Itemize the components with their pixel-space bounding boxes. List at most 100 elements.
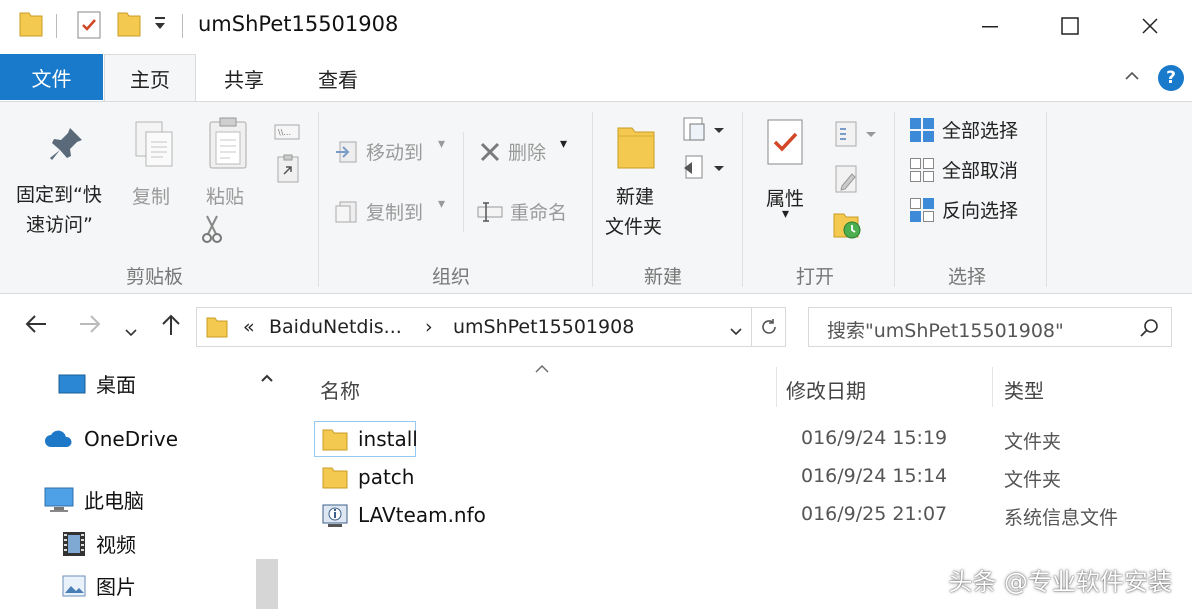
nav-label: 桌面 [96,373,136,397]
rename-icon[interactable] [476,200,504,228]
copy-icon[interactable] [132,120,178,176]
select-all-button[interactable]: 全部选择 [942,116,1018,143]
up-button[interactable] [160,313,182,343]
nav-item-pictures[interactable]: 图片 [62,571,136,600]
address-history-chevron-icon[interactable] [729,322,743,341]
nav-item-onedrive[interactable]: OneDrive [44,427,178,451]
column-header-date[interactable]: 修改日期 [786,375,866,404]
select-none-icon[interactable] [908,156,936,188]
nav-label: OneDrive [84,427,179,451]
move-to-icon[interactable] [334,140,360,168]
properties-chevron-icon[interactable]: ▾ [782,206,789,222]
select-group-label: 选择 [948,266,987,288]
nav-item-videos[interactable]: 视频 [62,529,136,558]
select-all-icon[interactable] [908,116,936,148]
delete-icon[interactable] [478,140,502,168]
easy-access-icon[interactable] [682,154,726,186]
folder-icon [18,10,44,38]
column-header-name[interactable]: 名称 [320,375,360,404]
rename-button[interactable]: 重命名 [510,198,567,225]
new-folder-button[interactable]: 新建 [616,182,654,209]
file-row-patch[interactable]: patch 016/9/24 15:14 文件夹 [310,459,1190,495]
paste-shortcut-icon[interactable] [276,154,300,188]
move-to-button[interactable]: 移动到 [366,138,423,165]
organize-group-label: 组织 [432,266,471,288]
ribbon-tabs: 文件 主页 共享 查看 ? [0,52,1192,102]
pin-label-line2: 速访问” [26,214,93,236]
paste-button[interactable]: 粘贴 [206,182,244,209]
forward-button[interactable] [78,313,102,341]
new-item-icon[interactable] [682,116,726,148]
file-type: 文件夹 [1004,431,1062,453]
paste-icon[interactable] [206,116,250,178]
move-to-chevron-icon[interactable]: ▾ [438,136,445,152]
tab-share[interactable]: 共享 [198,54,290,102]
file-row-lavteam-nfo[interactable]: LAVteam.nfo 016/9/25 21:07 系统信息文件 [310,497,1190,533]
scroll-up-chevron-icon[interactable] [256,367,278,389]
collapse-ribbon-icon[interactable] [1124,66,1140,87]
copy-button[interactable]: 复制 [132,182,170,209]
pin-icon[interactable] [46,124,86,172]
pin-to-quick-access-button[interactable]: 固定到“快 [16,180,102,207]
tab-home[interactable]: 主页 [104,54,196,102]
divider [56,14,57,38]
copy-to-button[interactable]: 复制到 [366,198,423,225]
column-header-type[interactable]: 类型 [1004,375,1044,404]
maximize-button[interactable] [1040,4,1100,48]
film-icon [62,531,86,557]
minimize-button[interactable] [960,4,1020,48]
open-icon[interactable] [834,120,878,152]
delete-button[interactable]: 删除 [508,138,546,165]
back-button[interactable] [24,313,48,341]
title-bar: umShPet15501908 [0,0,1192,52]
close-button[interactable] [1120,4,1180,48]
copy-path-icon[interactable]: \\... [274,124,300,144]
cloud-icon [44,429,74,449]
file-date: 016/9/25 21:07 [801,503,948,525]
search-input[interactable]: 搜索"umShPet15501908" [808,307,1172,347]
file-name: LAVteam.nfo [358,503,486,527]
breadcrumb-separator[interactable]: › [425,316,433,338]
window-title: umShPet15501908 [198,12,399,36]
desktop-icon [58,373,86,395]
navigation-scrollbar-thumb[interactable] [256,559,278,609]
new-folder-quick-icon[interactable] [116,10,142,38]
nav-item-this-pc[interactable]: 此电脑 [44,485,144,514]
search-icon[interactable] [1139,318,1159,342]
copy-to-icon[interactable] [334,200,360,228]
cut-icon[interactable] [200,214,224,248]
address-overflow[interactable]: « [243,316,255,338]
file-type: 文件夹 [1004,469,1062,491]
new-folder-icon[interactable] [616,120,656,176]
clipboard-group-label: 剪贴板 [126,266,184,288]
refresh-button[interactable] [751,307,786,347]
delete-chevron-icon[interactable]: ▾ [560,136,567,152]
divider [894,112,895,287]
tab-view[interactable]: 查看 [292,54,384,102]
divider [1046,112,1047,287]
invert-selection-icon[interactable] [908,196,936,228]
history-icon[interactable] [832,210,862,244]
breadcrumb-baidunetdisk[interactable]: BaiduNetdis... [269,316,402,338]
open-group-label: 打开 [796,266,835,288]
help-icon[interactable]: ? [1158,65,1184,91]
file-name: patch [358,465,415,489]
invert-selection-button[interactable]: 反向选择 [942,196,1018,223]
computer-icon [44,487,74,513]
properties-quick-icon[interactable] [76,10,102,40]
copy-to-chevron-icon[interactable]: ▾ [438,196,445,212]
address-bar[interactable]: « BaiduNetdis... › umShPet15501908 [196,307,752,347]
breadcrumb-current-folder[interactable]: umShPet15501908 [453,316,634,338]
customize-chevron-icon[interactable] [153,14,167,34]
nav-item-desktop[interactable]: 桌面 [58,369,136,398]
svg-text:\\...: \\... [278,128,291,137]
divider [592,112,593,287]
tab-file[interactable]: 文件 [0,54,103,100]
address-toolbar: « BaiduNetdis... › umShPet15501908 搜索"um… [0,295,1192,359]
select-none-button[interactable]: 全部取消 [942,156,1018,183]
properties-icon[interactable] [766,118,806,172]
file-row-install[interactable]: install 016/9/24 15:19 文件夹 [310,421,1190,457]
edit-icon[interactable] [834,164,860,198]
recent-locations-chevron-icon[interactable] [124,319,138,344]
divider [318,112,319,287]
